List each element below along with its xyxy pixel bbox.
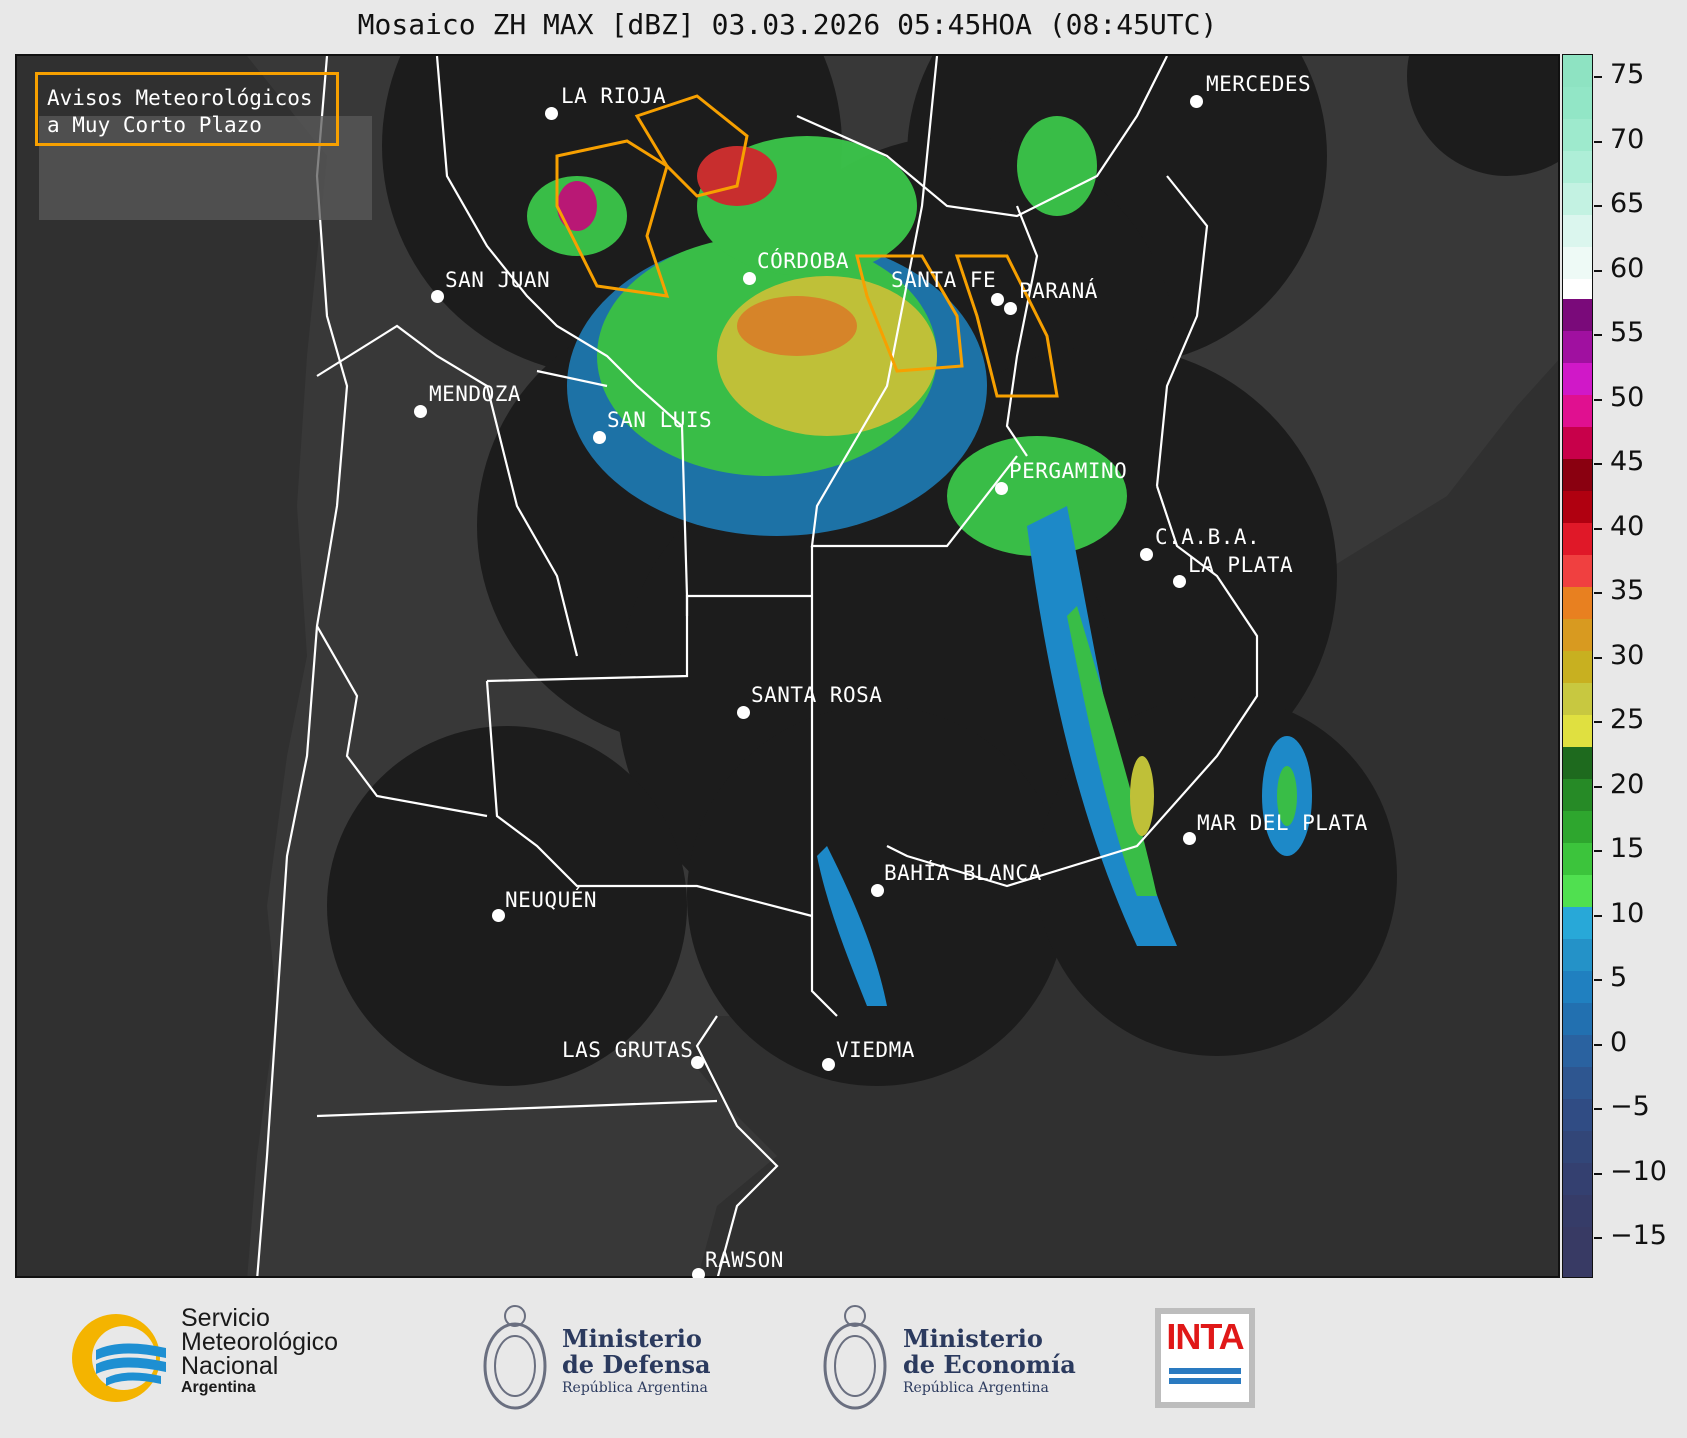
colorbar-tick [1594,721,1602,723]
colorbar-tick [1594,656,1602,659]
colorbar-tick-label: 20 [1610,768,1645,800]
smn-line-4: Argentina [181,1379,256,1396]
defensa-shield-icon [483,1305,547,1410]
colorbar-tick-label: 50 [1610,381,1645,413]
map-title: Mosaico ZH MAX [dBZ] 03.03.2026 05:45HOA… [357,8,1218,41]
colorbar-tick-label: 10 [1610,897,1645,929]
city-label-san-luis: SAN LUIS [607,408,713,432]
economia-name: Ministerio de Economía República Argenti… [903,1326,1076,1398]
colorbar-tick-label: −5 [1610,1091,1650,1122]
colorbar-tick-label: 30 [1610,639,1645,671]
colorbar-tick [1594,334,1602,336]
colorbar-tick-label: 75 [1610,59,1645,90]
city-label-santa-rosa: SANTA ROSA [751,683,883,707]
city-dot [743,272,756,285]
colorbar-tick [1594,850,1602,852]
city-dot [871,884,884,897]
city-dot [1173,575,1186,588]
city-dot [593,431,606,444]
colorbar-tick [1594,1172,1602,1175]
city-label-mendoza: MENDOZA [429,382,522,406]
colorbar-tick [1594,1043,1602,1046]
city-label-parana: PARANÁ [1019,279,1098,303]
smn-line-2: Meteorológico [181,1328,339,1356]
colorbar-tick-label: 5 [1610,962,1628,993]
city-dot [822,1058,835,1071]
colorbar-tick-label: 15 [1610,833,1645,864]
city-label-la-plata: LA PLATA [1188,553,1294,577]
colorbar-tick [1594,914,1602,917]
city-label-rawson: RAWSON [705,1248,784,1272]
city-label-las-grutas: LAS GRUTAS [562,1038,694,1062]
colorbar-tick-label: 55 [1610,317,1645,348]
defensa-name: Ministerio de Defensa República Argentin… [562,1326,711,1398]
colorbar-tick [1594,398,1602,401]
city-dot [995,482,1008,495]
colorbar-tick-label: 70 [1610,123,1645,155]
defensa-line-2: de Defensa [562,1350,711,1379]
city-dot [545,107,558,120]
colorbar-tick-label: 45 [1610,446,1645,477]
smn-logo-icon [72,1314,166,1402]
colorbar-tick-label: 65 [1610,188,1645,219]
colorbar-tick [1594,76,1602,78]
city-label-pergamino: PERGAMINO [1009,459,1128,483]
city-label-san-juan: SAN JUAN [445,268,551,292]
city-dot [414,405,427,418]
city-label-bahia-blanca: BAHÍA BLANCA [884,861,1042,885]
colorbar-tick [1594,140,1602,143]
warnings-legend: Avisos Meteorológicos a Muy Corto Plazo [35,72,339,146]
city-label-caba: C.A.B.A. [1155,525,1261,549]
defensa-line-1: Ministerio [562,1324,702,1353]
city-dot [1183,832,1196,845]
colorbar-tick-label: 0 [1610,1026,1628,1058]
inta-logo: INTA [1155,1308,1255,1408]
radar-map[interactable] [15,54,1560,1278]
city-dot [737,706,750,719]
colorbar-tick [1594,527,1602,530]
economia-line-1: Ministerio [903,1324,1043,1353]
city-label-neuquen: NEUQUÉN [505,888,598,912]
map-canvas [17,56,1558,1276]
colorbar-tick [1594,269,1602,272]
colorbar-tick-label: 40 [1610,510,1645,542]
city-dot [1190,95,1203,108]
colorbar-tick-label: 35 [1610,575,1645,606]
colorbar-tick [1594,979,1602,981]
city-dot [1004,302,1017,315]
smn-line-1: Servicio [181,1304,270,1332]
legend-line-2: a Muy Corto Plazo [47,113,262,137]
economia-line-3: República Argentina [903,1380,1049,1396]
colorbar-tick [1594,463,1602,465]
colorbar-tick-label: 25 [1610,704,1645,735]
smn-name: Servicio Meteorológico Nacional Argentin… [181,1306,338,1398]
inta-logo-text: INTA [1166,1316,1244,1357]
economia-line-2: de Economía [903,1350,1076,1379]
dbz-colorbar [1562,54,1593,1278]
colorbar-tick-label: −10 [1610,1155,1667,1187]
city-label-cordoba: CÓRDOBA [757,249,850,273]
city-dot [431,290,444,303]
city-label-mar-del-plata: MAR DEL PLATA [1197,811,1368,835]
city-label-santa-fe: SANTA FE [891,268,997,292]
colorbar-tick [1594,1237,1602,1239]
legend-line-1: Avisos Meteorológicos [47,86,313,110]
colorbar-tick [1594,205,1602,207]
city-label-viedma: VIEDMA [836,1038,915,1062]
city-dot [1140,548,1153,561]
city-dot [991,293,1004,306]
city-label-mercedes: MERCEDES [1206,72,1312,96]
footer: Servicio Meteorológico Nacional Argentin… [0,1278,1687,1438]
smn-line-3: Nacional [181,1352,279,1380]
colorbar-tick [1594,1108,1602,1110]
colorbar-tick [1594,592,1602,594]
colorbar-tick [1594,785,1602,788]
city-label-la-rioja: LA RIOJA [561,84,667,108]
city-dot [492,909,505,922]
defensa-line-3: República Argentina [562,1380,708,1396]
economia-shield-icon [823,1305,887,1410]
colorbar-tick-label: 60 [1610,252,1645,284]
colorbar-tick-label: −15 [1610,1220,1667,1251]
